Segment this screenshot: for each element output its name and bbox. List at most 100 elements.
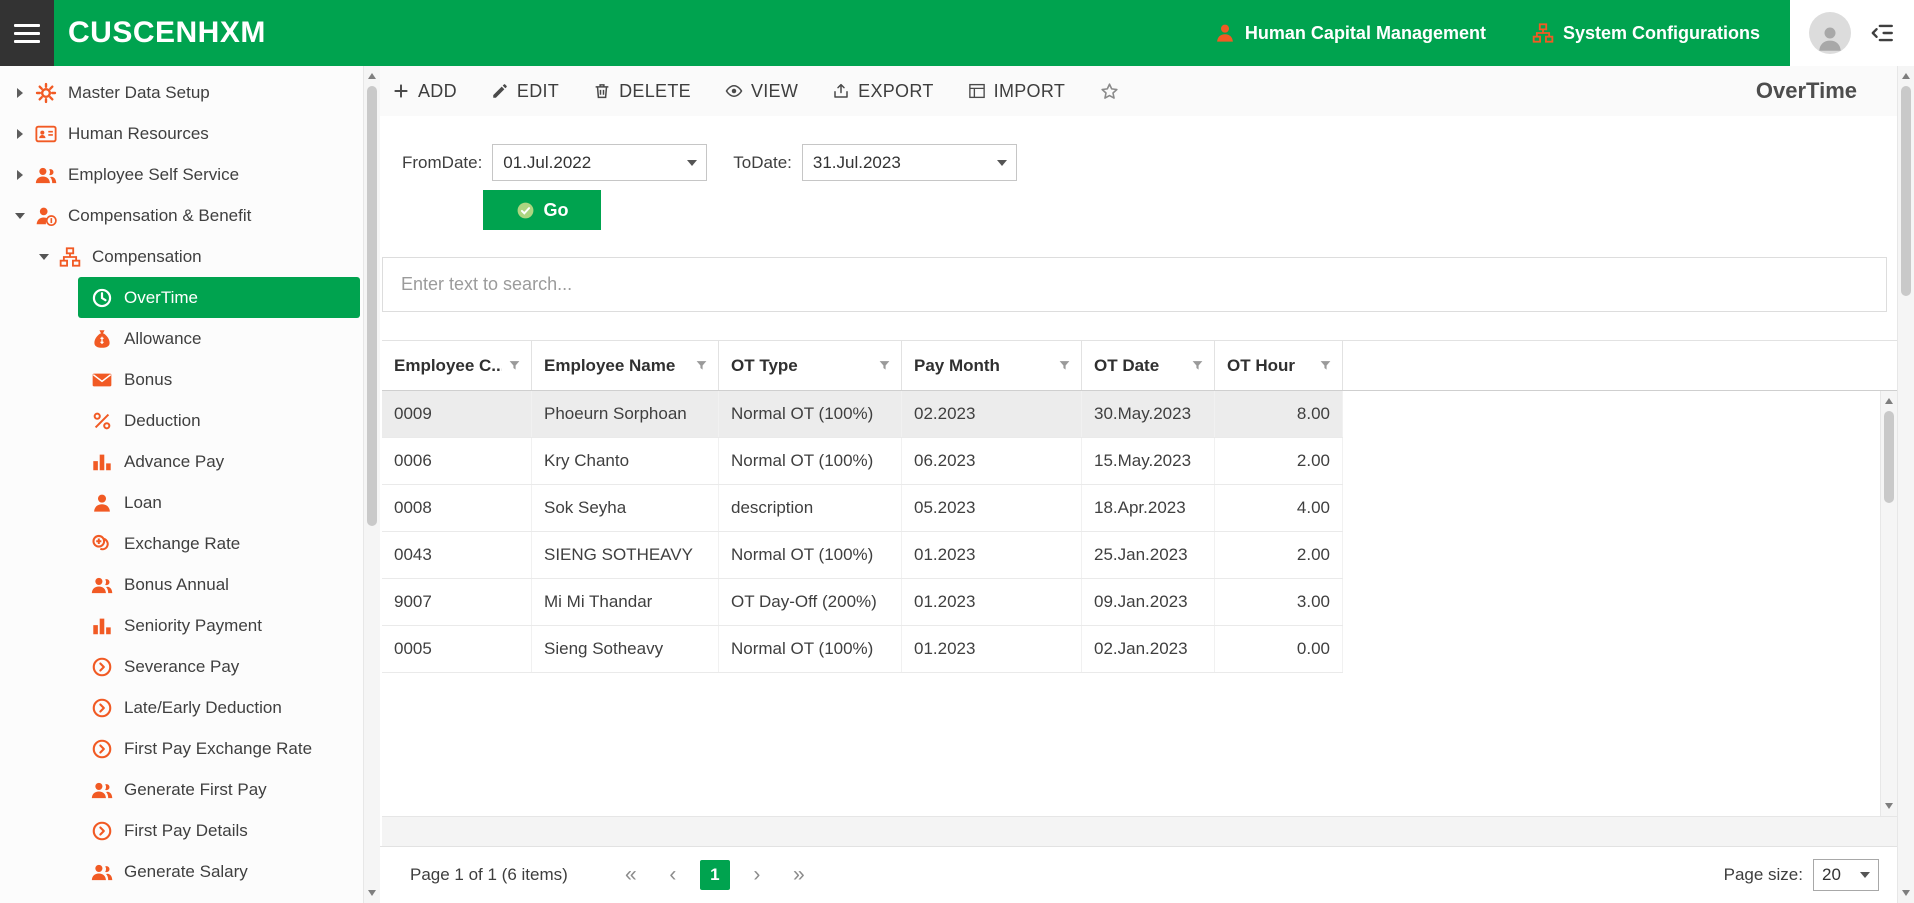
collapse-arrow-icon[interactable] <box>14 210 26 222</box>
fromdate-input[interactable]: 01.Jul.2022 <box>492 144 707 181</box>
go-button[interactable]: Go <box>483 190 601 230</box>
filter-icon[interactable] <box>1058 359 1071 372</box>
prev-page-button[interactable]: ‹ <box>658 860 688 890</box>
column-title: Employee C... <box>394 356 502 376</box>
filter-icon[interactable] <box>1319 359 1332 372</box>
data-grid: Employee C... Employee Name OT Type Pay … <box>382 340 1897 816</box>
people-icon <box>91 574 113 596</box>
scroll-up-arrow[interactable] <box>1898 68 1914 84</box>
go-label: Go <box>544 200 569 221</box>
sidebar-item-bonus[interactable]: Bonus <box>78 359 360 400</box>
user-avatar[interactable] <box>1809 12 1851 54</box>
sidebar-item-human-resources[interactable]: Human Resources <box>0 113 380 154</box>
table-row[interactable]: 9007 Mi Mi Thandar OT Day-Off (200%) 01.… <box>382 579 1343 626</box>
column-header-ot-type[interactable]: OT Type <box>719 341 902 390</box>
scroll-down-arrow[interactable] <box>1898 885 1914 901</box>
sidebar-scrollbar[interactable] <box>363 66 380 903</box>
table-cell: 0005 <box>382 626 532 672</box>
delete-button[interactable]: DELETE <box>593 81 691 102</box>
page-1-button[interactable]: 1 <box>700 860 730 890</box>
scroll-down-arrow[interactable] <box>364 885 380 901</box>
nav-system-configurations[interactable]: System Configurations <box>1532 22 1760 44</box>
sidebar-item-first-pay-exchange-rate[interactable]: First Pay Exchange Rate <box>78 728 360 769</box>
table-row[interactable]: 0006 Kry Chanto Normal OT (100%) 06.2023… <box>382 438 1343 485</box>
search-input[interactable] <box>382 257 1887 312</box>
collapse-panel-icon[interactable] <box>1869 20 1895 46</box>
sidebar-item-generate-first-pay[interactable]: Generate First Pay <box>78 769 360 810</box>
scroll-up-arrow[interactable] <box>1881 393 1897 409</box>
sidebar-item-compensation[interactable]: Compensation <box>0 236 380 277</box>
todate-input[interactable]: 31.Jul.2023 <box>802 144 1017 181</box>
table-cell: 05.2023 <box>902 485 1082 531</box>
table-cell: 4.00 <box>1215 485 1343 531</box>
column-header-ot-date[interactable]: OT Date <box>1082 341 1215 390</box>
grid-scrollbar[interactable] <box>1880 391 1897 816</box>
page-size-label: Page size: <box>1724 865 1803 885</box>
todate-dropdown-button[interactable] <box>988 145 1016 180</box>
sidebar-item-loan[interactable]: Loan <box>78 482 360 523</box>
nav-human-capital-management[interactable]: Human Capital Management <box>1214 22 1486 44</box>
last-page-button[interactable]: » <box>784 860 814 890</box>
sidebar-item-generate-salary[interactable]: Generate Salary <box>78 851 360 892</box>
sidebar-item-overtime[interactable]: OverTime <box>78 277 360 318</box>
sidebar-item-bonus-annual[interactable]: Bonus Annual <box>78 564 360 605</box>
next-page-button[interactable]: › <box>742 860 772 890</box>
sidebar-item-employee-self-service[interactable]: Employee Self Service <box>0 154 380 195</box>
page-scrollbar[interactable] <box>1897 66 1914 903</box>
button-label: EDIT <box>517 81 559 102</box>
circle-arrow-icon <box>91 820 113 842</box>
expand-arrow-icon[interactable] <box>14 169 26 181</box>
favorite-star-button[interactable] <box>1099 81 1120 102</box>
pagination-bar: Page 1 of 1 (6 items) « ‹ 1 › » Page siz… <box>380 846 1897 903</box>
column-header-employee-name[interactable]: Employee Name <box>532 341 719 390</box>
sidebar-item-deduction[interactable]: Deduction <box>78 400 360 441</box>
column-header-employee-code[interactable]: Employee C... <box>382 341 532 390</box>
add-button[interactable]: ADD <box>392 81 457 102</box>
page-size-select[interactable]: 20 <box>1813 859 1879 891</box>
table-row[interactable]: 0043 SIENG SOTHEAVY Normal OT (100%) 01.… <box>382 532 1343 579</box>
table-cell: Normal OT (100%) <box>719 391 902 437</box>
table-cell: 3.00 <box>1215 579 1343 625</box>
scroll-up-arrow[interactable] <box>364 68 380 84</box>
sidebar-item-advance-pay[interactable]: Advance Pay <box>78 441 360 482</box>
sidebar-item-first-pay-details[interactable]: First Pay Details <box>78 810 360 851</box>
filter-icon[interactable] <box>508 359 521 372</box>
sidebar-item-master-data-setup[interactable]: Master Data Setup <box>0 72 380 113</box>
column-title: OT Type <box>731 356 798 376</box>
sidebar-item-compensation-and-benefit[interactable]: Compensation & Benefit <box>0 195 380 236</box>
sidebar-item-exchange-rate[interactable]: Exchange Rate <box>78 523 360 564</box>
view-button[interactable]: VIEW <box>725 81 798 102</box>
sidebar-item-allowance[interactable]: Allowance <box>78 318 360 359</box>
table-cell: 06.2023 <box>902 438 1082 484</box>
collapse-arrow-icon[interactable] <box>38 251 50 263</box>
sidebar-item-label: Master Data Setup <box>68 83 210 103</box>
sidebar-item-late-early-deduction[interactable]: Late/Early Deduction <box>78 687 360 728</box>
scroll-down-arrow[interactable] <box>1881 798 1897 814</box>
expand-arrow-icon[interactable] <box>14 87 26 99</box>
table-row[interactable]: 0005 Sieng Sotheavy Normal OT (100%) 01.… <box>382 626 1343 673</box>
filter-icon[interactable] <box>878 359 891 372</box>
filter-icon[interactable] <box>1191 359 1204 372</box>
hamburger-menu-button[interactable] <box>0 0 54 66</box>
fromdate-dropdown-button[interactable] <box>678 145 706 180</box>
scrollbar-thumb[interactable] <box>1884 411 1894 503</box>
export-button[interactable]: EXPORT <box>832 81 934 102</box>
table-row[interactable]: 0009 Phoeurn Sorphoan Normal OT (100%) 0… <box>382 391 1343 438</box>
sidebar-item-seniority-payment[interactable]: Seniority Payment <box>78 605 360 646</box>
sidebar-item-label: Bonus <box>124 370 172 390</box>
column-header-ot-hour[interactable]: OT Hour <box>1215 341 1343 390</box>
scrollbar-thumb[interactable] <box>367 86 377 526</box>
column-header-pay-month[interactable]: Pay Month <box>902 341 1082 390</box>
import-button[interactable]: IMPORT <box>968 81 1065 102</box>
sidebar-item-label: Loan <box>124 493 162 513</box>
edit-button[interactable]: EDIT <box>491 81 559 102</box>
sidebar-item-severance-pay[interactable]: Severance Pay <box>78 646 360 687</box>
expand-arrow-icon[interactable] <box>14 128 26 140</box>
filter-icon[interactable] <box>695 359 708 372</box>
table-cell: OT Day-Off (200%) <box>719 579 902 625</box>
trash-icon <box>593 82 611 100</box>
chevron-down-icon <box>1860 872 1870 878</box>
scrollbar-thumb[interactable] <box>1901 86 1911 296</box>
first-page-button[interactable]: « <box>616 860 646 890</box>
table-row[interactable]: 0008 Sok Seyha description 05.2023 18.Ap… <box>382 485 1343 532</box>
